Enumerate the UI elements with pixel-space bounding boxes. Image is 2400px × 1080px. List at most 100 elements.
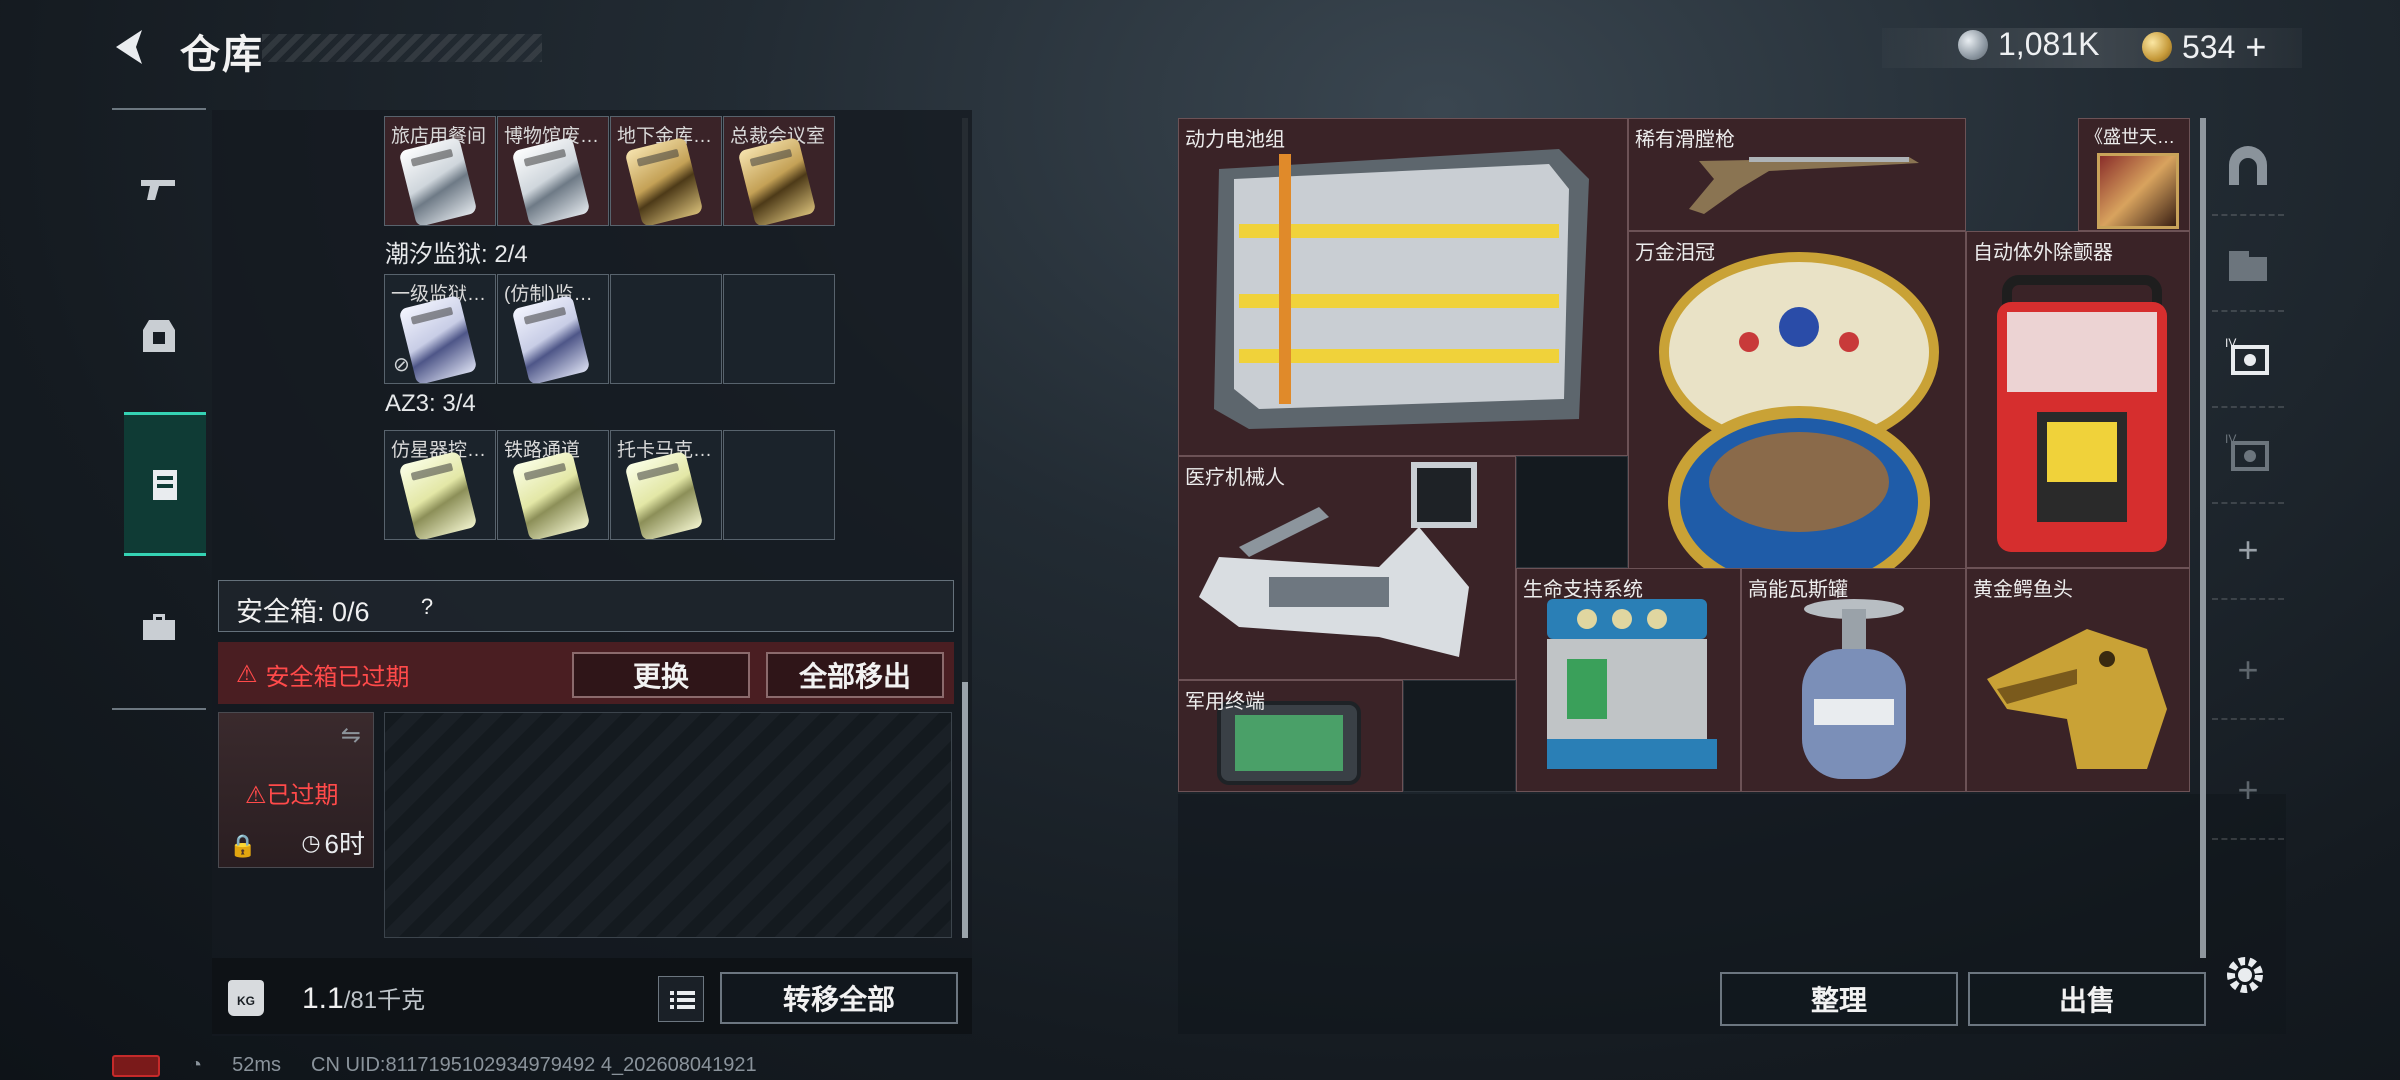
right-scrollbar-thumb[interactable] — [2200, 118, 2206, 958]
add-gold-icon[interactable]: + — [2245, 26, 2266, 68]
storage-tab-2[interactable] — [2212, 214, 2284, 312]
safe-iv-icon: IV — [2225, 336, 2269, 375]
keycard-slot[interactable]: (仿制)监… — [497, 274, 609, 384]
storage-tab-1[interactable] — [2212, 118, 2284, 216]
battery-pack-icon — [1214, 149, 1589, 429]
keycard-slot[interactable]: 铁路通道 — [497, 430, 609, 540]
page-title: 仓库 — [180, 33, 264, 77]
keycard-icon — [511, 294, 591, 383]
defibrillator-icon — [1997, 275, 2167, 552]
painting-icon — [2097, 153, 2179, 229]
armor-icon — [143, 320, 175, 352]
add-storage-button[interactable]: + — [2212, 502, 2284, 600]
keycard-slot[interactable]: 仿星器控… — [384, 430, 496, 540]
keycard-slot[interactable]: 一级监狱… ⊘ — [384, 274, 496, 384]
add-storage-button[interactable]: + — [2212, 742, 2284, 840]
keycard-slot[interactable]: 博物馆废… — [497, 116, 609, 226]
keycard-slot-empty[interactable] — [610, 274, 722, 384]
keycard-slot-empty[interactable] — [723, 430, 835, 540]
group-label: AZ3: 3/4 — [385, 390, 476, 417]
clock-icon: ◷ — [301, 829, 321, 855]
keycard-icon — [624, 450, 704, 539]
silver-amount: 1,081K — [1998, 26, 2100, 62]
keycard-slot[interactable]: 总裁会议室 — [723, 116, 835, 226]
settings-gear-icon[interactable] — [2220, 950, 2270, 1000]
keycard-icon — [737, 136, 817, 225]
user-uid: CN UID:8117195102934979492 4_20260804192… — [311, 1054, 757, 1076]
keycard-icon — [511, 136, 591, 225]
safe-iv-icon: IV — [2225, 432, 2269, 471]
grid-item[interactable]: 黄金鳄鱼头 — [1966, 568, 2190, 792]
svg-text:IV: IV — [2225, 336, 2236, 350]
nav-weapons[interactable] — [112, 138, 206, 238]
move-all-out-button[interactable]: 全部移出 — [766, 652, 944, 698]
category-nav — [112, 108, 206, 710]
storage-tab-4[interactable]: IV — [2212, 406, 2284, 504]
back-arrow-icon[interactable] — [108, 24, 154, 70]
nav-collectibles[interactable] — [124, 412, 206, 556]
group-label: 潮汐监狱: 2/4 — [385, 241, 528, 268]
grid-item[interactable]: 医疗机械人 — [1178, 456, 1516, 680]
expired-warning: ⚠ 安全箱已过期 — [236, 661, 410, 691]
gas-canister-icon — [1802, 599, 1906, 779]
bunker-icon — [2229, 146, 2267, 185]
replace-button[interactable]: 更换 — [572, 652, 750, 698]
keycard-slot-empty[interactable] — [723, 274, 835, 384]
keycard-icon — [398, 294, 478, 383]
grid-item[interactable]: 稀有滑膛枪 — [1628, 118, 1966, 231]
safe-box-thumbnail[interactable]: ⇋ ⚠已过期 🔒 ◷ 6时 — [218, 712, 374, 868]
list-view-button[interactable] — [658, 976, 704, 1022]
title-decoration — [262, 34, 542, 62]
ping: 52ms — [232, 1054, 281, 1076]
keycard-slot[interactable]: 旅店用餐间 — [384, 116, 496, 226]
grid-item[interactable]: 生命支持系统 — [1516, 568, 1741, 792]
plus-icon: + — [2237, 529, 2259, 570]
plus-icon: + — [2237, 769, 2259, 810]
wifi-icon: ◔ — [190, 1054, 203, 1076]
svg-text:IV: IV — [2225, 432, 2236, 446]
grid-item[interactable]: 自动体外除颤器 — [1966, 231, 2190, 568]
grid-item[interactable]: 动力电池组 — [1178, 118, 1628, 456]
golden-crocodile-head-icon — [1987, 629, 2167, 769]
gold-amount: 534 — [2182, 28, 2236, 65]
empty-cell[interactable] — [1403, 680, 1516, 792]
safe-box-storage-area[interactable] — [384, 712, 952, 938]
grid-item[interactable]: 《盛世天… — [2078, 118, 2190, 231]
help-icon[interactable]: ? — [410, 590, 444, 624]
silver-currency[interactable]: 1,081K — [1958, 26, 2099, 63]
nav-gear[interactable] — [112, 286, 206, 386]
list-icon — [670, 991, 695, 1009]
transfer-all-button[interactable]: 转移全部 — [720, 972, 958, 1024]
medical-robot-icon — [1199, 462, 1477, 657]
weight-readout: 1.1/81千克 — [302, 982, 426, 1015]
timer: ◷ 6时 — [301, 829, 365, 859]
keycard-holder-icon — [153, 470, 177, 500]
keycard-slot[interactable]: 地下金库… — [610, 116, 722, 226]
gun-icon — [141, 180, 175, 200]
expired-label: ⚠已过期 — [245, 782, 339, 809]
sort-button[interactable]: 整理 — [1720, 972, 1958, 1026]
battery-low-icon — [112, 1054, 160, 1077]
keycard-icon — [511, 450, 591, 539]
warning-icon: ⚠ — [245, 782, 267, 809]
gold-coin-icon — [2142, 32, 2172, 62]
no-entry-icon: ⊘ — [393, 354, 410, 376]
grid-item[interactable]: 军用终端 — [1178, 680, 1403, 792]
container-icon — [2229, 251, 2267, 281]
gold-currency[interactable]: 534 + — [2142, 26, 2266, 68]
grid-item[interactable]: 高能瓦斯罐 — [1741, 568, 1966, 792]
plus-icon: + — [2237, 649, 2259, 690]
status-bar: ◔ 52ms CN UID:8117195102934979492 4_2026… — [112, 1054, 757, 1077]
add-storage-button[interactable]: + — [2212, 622, 2284, 720]
swap-icon[interactable]: ⇋ — [341, 721, 361, 750]
storage-tab-3[interactable]: IV — [2212, 310, 2284, 408]
sell-button[interactable]: 出售 — [1968, 972, 2206, 1026]
nav-toolbox[interactable] — [112, 576, 206, 676]
keycard-slot[interactable]: 托卡马克… — [610, 430, 722, 540]
keycard-icon — [624, 136, 704, 225]
empty-cell[interactable] — [1516, 456, 1628, 568]
toolbox-icon — [143, 614, 175, 640]
silver-coin-icon — [1958, 29, 1988, 60]
lock-icon: 🔒 — [229, 833, 257, 858]
left-scrollbar-thumb[interactable] — [962, 682, 968, 938]
